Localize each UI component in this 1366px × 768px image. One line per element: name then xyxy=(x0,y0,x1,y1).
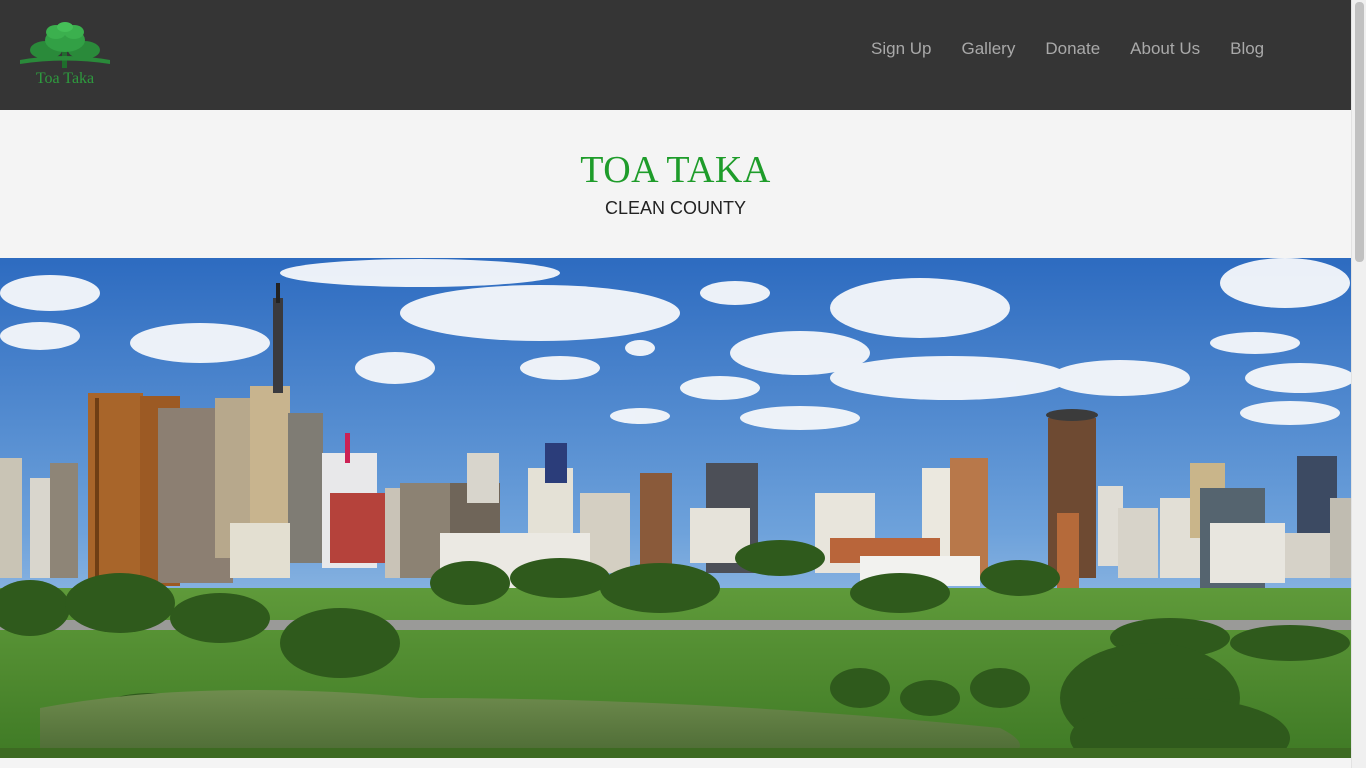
scrollbar-thumb[interactable] xyxy=(1355,2,1364,262)
nav-gallery[interactable]: Gallery xyxy=(946,38,1030,60)
page: Toa Taka Sign Up Gallery Donate About Us… xyxy=(0,0,1366,768)
site-title: TOA TAKA xyxy=(580,149,771,191)
nav-about-us[interactable]: About Us xyxy=(1115,38,1215,60)
navbar: Toa Taka Sign Up Gallery Donate About Us… xyxy=(0,0,1351,110)
nav-blog[interactable]: Blog xyxy=(1215,38,1279,60)
logo[interactable]: Toa Taka xyxy=(16,22,114,90)
tree-icon xyxy=(20,22,110,68)
logo-text: Toa Taka xyxy=(35,70,95,87)
hero-image xyxy=(0,258,1351,758)
nav-donate[interactable]: Donate xyxy=(1030,38,1115,60)
hero-header: TOA TAKA CLEAN COUNTY xyxy=(0,110,1351,258)
nav-menu: Sign Up Gallery Donate About Us Blog xyxy=(856,38,1279,60)
site-tagline: CLEAN COUNTY xyxy=(604,198,747,218)
nav-sign-up[interactable]: Sign Up xyxy=(856,38,946,60)
scrollbar[interactable] xyxy=(1351,0,1366,768)
